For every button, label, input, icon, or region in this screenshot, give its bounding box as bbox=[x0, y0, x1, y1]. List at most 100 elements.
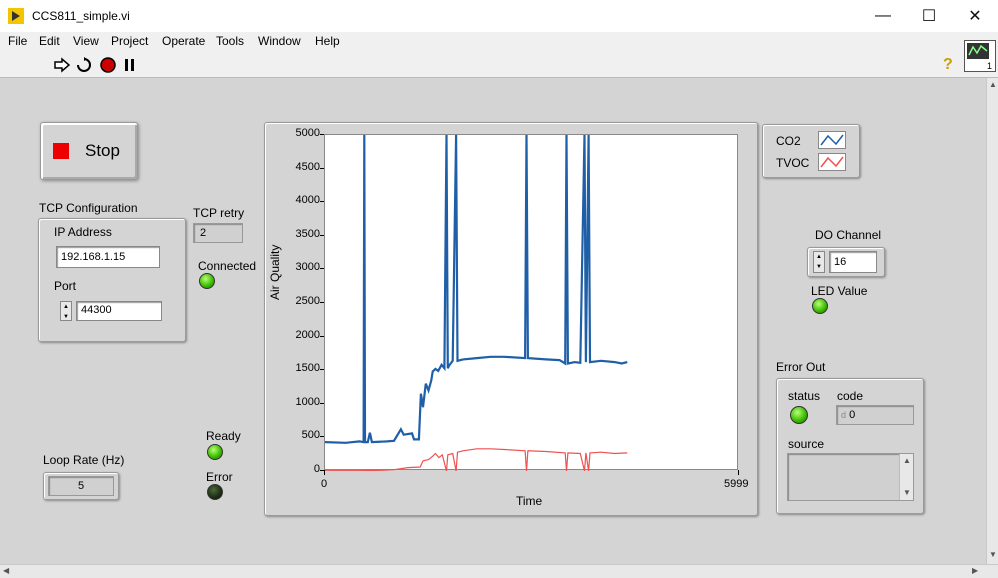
tcp-retry-label: TCP retry bbox=[193, 206, 245, 220]
do-channel-field[interactable]: 16 bbox=[829, 251, 877, 273]
connected-label: Connected bbox=[198, 259, 257, 273]
code-label: code bbox=[837, 389, 864, 403]
ip-address-label: IP Address bbox=[54, 225, 112, 239]
y-tick-mark bbox=[320, 436, 324, 438]
y-tick-label: 4500 bbox=[295, 160, 320, 173]
ready-led bbox=[207, 444, 223, 460]
minimize-icon: — bbox=[875, 7, 891, 24]
tcp-retry-indicator: 2 bbox=[193, 223, 243, 243]
y-axis-ticks: 0 500 1000 1500 2000 2500 3000 3500 4000 4500 5000 bbox=[280, 0, 324, 475]
abort-icon[interactable] bbox=[100, 57, 116, 73]
code-radix: d bbox=[841, 410, 847, 420]
run-continuously-icon[interactable] bbox=[76, 57, 92, 73]
legend-tvoc-swatch[interactable] bbox=[818, 153, 846, 171]
do-channel-stepper[interactable]: ▲ ▼ bbox=[813, 251, 825, 273]
vi-icon: 1 bbox=[964, 40, 996, 72]
y-tick-mark bbox=[320, 234, 324, 236]
y-tick-label: 3500 bbox=[295, 227, 320, 240]
y-tick-mark bbox=[320, 167, 324, 169]
menu-tools[interactable]: Tools bbox=[216, 34, 244, 48]
horizontal-scrollbar[interactable]: ◀ ▶ bbox=[0, 564, 998, 578]
series-tvoc-line bbox=[325, 448, 628, 472]
port-stepper[interactable]: ▲ ▼ bbox=[60, 301, 72, 321]
y-tick-label: 2000 bbox=[295, 328, 320, 341]
plot-svg bbox=[324, 134, 628, 472]
source-label: source bbox=[788, 437, 825, 451]
labview-run-icon bbox=[8, 8, 24, 24]
led-value-label: LED Value bbox=[811, 284, 868, 298]
toolbar: ? bbox=[0, 52, 998, 78]
source-scrollbar[interactable]: ▲ ▼ bbox=[899, 454, 913, 500]
y-tick-mark bbox=[320, 201, 324, 203]
vertical-scrollbar[interactable]: ▲ ▼ bbox=[986, 78, 998, 564]
y-tick-label: 3000 bbox=[295, 261, 320, 274]
menu-help[interactable]: Help bbox=[315, 34, 340, 48]
stop-icon bbox=[53, 143, 69, 159]
code-indicator: d 0 bbox=[836, 405, 914, 425]
error-led bbox=[207, 484, 223, 500]
scroll-up-icon[interactable]: ▲ bbox=[989, 80, 997, 89]
window-title: CCS811_simple.vi bbox=[32, 9, 130, 23]
scroll-down-icon[interactable]: ▼ bbox=[903, 488, 911, 497]
stop-button[interactable]: Stop bbox=[40, 122, 138, 180]
x-tick-mark bbox=[738, 470, 739, 475]
plot-legend[interactable]: CO2 TVOC bbox=[762, 124, 860, 178]
series-co2-line bbox=[324, 134, 628, 444]
minimize-button[interactable]: — bbox=[860, 0, 906, 32]
menu-operate[interactable]: Operate bbox=[162, 34, 205, 48]
connected-led bbox=[199, 273, 215, 289]
scroll-up-icon[interactable]: ▲ bbox=[903, 456, 911, 465]
close-button[interactable]: ✕ bbox=[952, 0, 998, 32]
led-value-led bbox=[812, 298, 828, 314]
port-field[interactable]: 44300 bbox=[76, 301, 162, 321]
loop-rate-indicator: 5 bbox=[48, 476, 114, 496]
y-tick-mark bbox=[320, 369, 324, 371]
y-tick-label: 4000 bbox=[295, 194, 320, 207]
svg-text:1: 1 bbox=[987, 61, 992, 71]
plot-area[interactable] bbox=[324, 134, 738, 472]
menu-view[interactable]: View bbox=[73, 34, 99, 48]
x-axis-label: Time bbox=[516, 494, 543, 508]
pause-icon[interactable] bbox=[122, 57, 138, 73]
menu-window[interactable]: Window bbox=[258, 34, 301, 48]
scroll-right-icon[interactable]: ▶ bbox=[972, 566, 978, 575]
ready-label: Ready bbox=[206, 429, 241, 443]
legend-co2-swatch[interactable] bbox=[818, 131, 846, 149]
port-label: Port bbox=[54, 279, 77, 293]
y-tick-mark bbox=[320, 268, 324, 270]
scroll-down-icon[interactable]: ▼ bbox=[989, 550, 997, 559]
run-arrow-icon[interactable] bbox=[54, 57, 71, 73]
maximize-icon: ☐ bbox=[921, 8, 937, 25]
legend-co2-label: CO2 bbox=[776, 134, 801, 148]
status-led bbox=[790, 406, 808, 424]
context-help-icon[interactable]: ? bbox=[943, 56, 953, 74]
x-tick-mark bbox=[324, 470, 325, 475]
x-tick-label: 0 bbox=[321, 478, 328, 490]
error-out-label: Error Out bbox=[776, 360, 826, 374]
maximize-button[interactable]: ☐ bbox=[906, 0, 952, 32]
y-tick-mark bbox=[320, 335, 324, 337]
menu-file[interactable]: File bbox=[8, 34, 27, 48]
menu-project[interactable]: Project bbox=[111, 34, 148, 48]
close-icon: ✕ bbox=[968, 8, 982, 25]
source-indicator: ▲ ▼ bbox=[787, 453, 914, 501]
y-tick-label: 5000 bbox=[295, 127, 320, 139]
stop-label: Stop bbox=[85, 141, 120, 160]
scroll-left-icon[interactable]: ◀ bbox=[3, 566, 9, 575]
legend-tvoc-label: TVOC bbox=[776, 156, 810, 170]
y-axis-label: Air Quality bbox=[268, 244, 282, 300]
code-value: 0 bbox=[849, 409, 856, 421]
y-tick-label: 0 bbox=[313, 463, 320, 475]
x-axis-ticks: 0 5999 bbox=[0, 0, 748, 490]
ip-address-field[interactable]: 192.168.1.15 bbox=[56, 246, 160, 268]
loop-rate-label: Loop Rate (Hz) bbox=[43, 453, 125, 467]
do-channel-label: DO Channel bbox=[815, 228, 882, 242]
x-tick-label: 5999 bbox=[724, 478, 749, 490]
status-label: status bbox=[788, 389, 821, 403]
menu-edit[interactable]: Edit bbox=[39, 34, 60, 48]
title-bar: CCS811_simple.vi — ☐ ✕ bbox=[0, 0, 998, 32]
y-tick-label: 1000 bbox=[295, 395, 320, 408]
y-tick-mark bbox=[320, 134, 324, 135]
error-label: Error bbox=[206, 470, 233, 484]
y-tick-label: 1500 bbox=[295, 362, 320, 375]
